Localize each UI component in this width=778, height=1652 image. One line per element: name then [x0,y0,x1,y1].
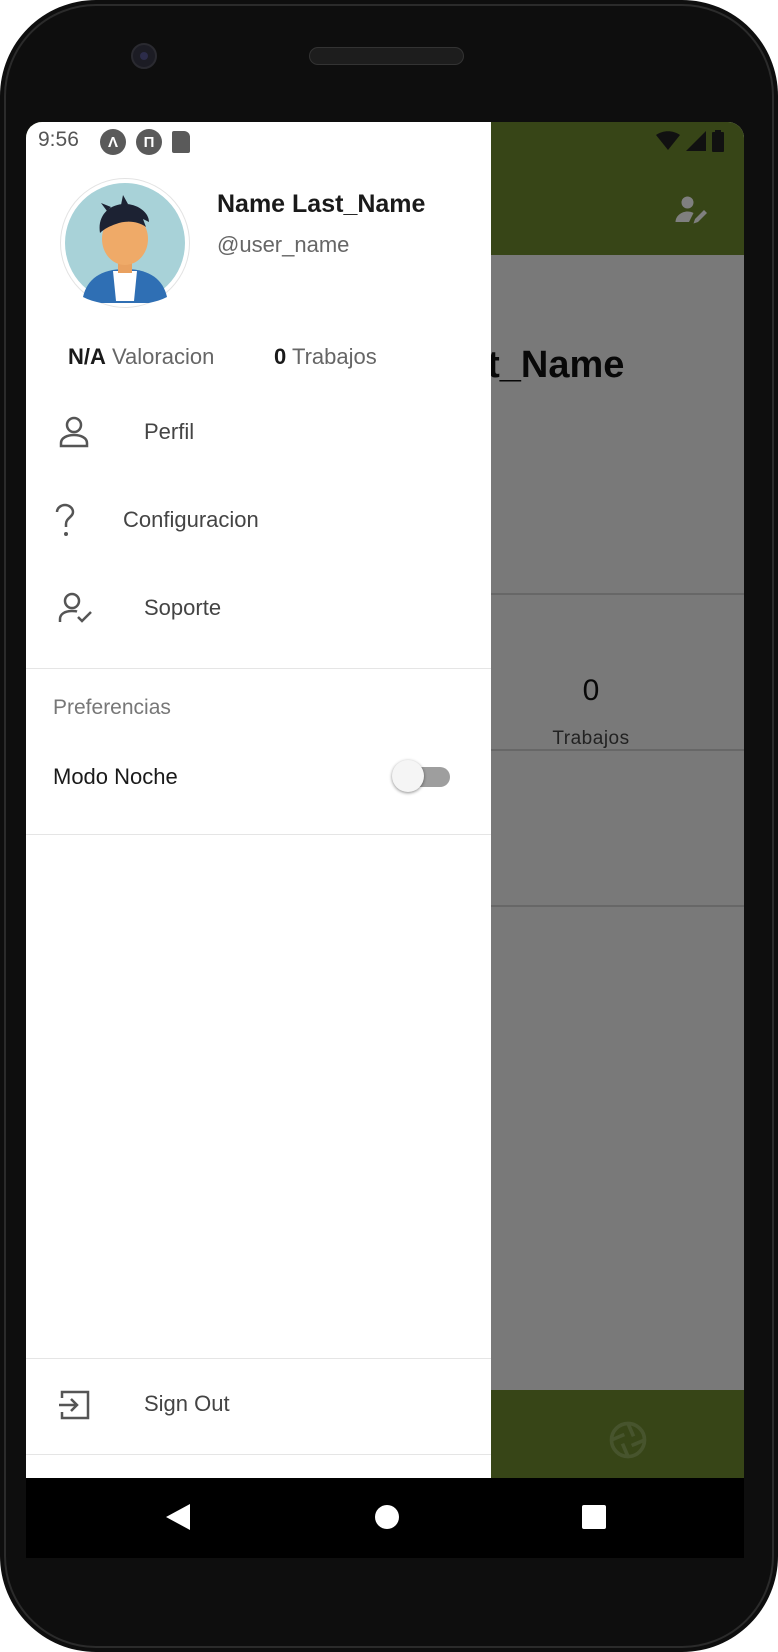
exit-icon [58,1388,92,1427]
profile-handle: @user_name [217,232,350,257]
menu-label-perfil: Perfil [144,419,195,444]
status-bar-right [656,130,724,157]
cell-signal-icon [686,131,706,156]
notification-app-icon: П [136,129,162,155]
user-avatar-illustration [65,183,185,303]
rating-stat: N/A Valoracion [68,344,214,370]
person-icon [58,415,90,454]
menu-item-configuracion[interactable]: Configuracion [26,485,491,557]
menu-item-perfil[interactable]: Perfil [26,397,491,469]
night-mode-label: Modo Noche [53,764,178,789]
preferences-title: Preferencias [53,696,171,719]
recents-icon[interactable] [580,1502,608,1537]
jobs-stat: 0 Trabajos [274,344,377,370]
sign-out-button[interactable] [26,1360,491,1454]
menu-item-soporte[interactable]: Soporte [26,573,491,645]
sd-card-icon [172,131,190,153]
night-mode-toggle[interactable] [392,758,452,794]
help-question-icon [54,503,76,544]
avatar[interactable] [60,178,190,308]
screen: st_Name 0 Trabajos 9:56 Λ П [26,122,744,1558]
rating-value: N/A [68,344,106,369]
wifi-icon [656,131,680,156]
back-icon[interactable] [164,1502,192,1537]
jobs-value: 0 [274,344,287,369]
status-time: 9:56 [38,128,79,151]
status-bar-left-icons: Λ П [100,129,190,155]
profile-name: Name Last_Name [217,190,426,218]
navigation-drawer: 9:56 Λ П Name Last_Name @user_name N/A V… [26,122,491,1478]
earpiece-speaker [309,47,464,65]
system-navigation-bar [26,1478,744,1558]
toggle-thumb [392,760,424,792]
sign-out-label: Sign Out [144,1391,230,1416]
front-camera [131,43,157,69]
battery-icon [712,130,724,157]
person-check-icon [58,591,94,630]
drawer-divider [26,1454,491,1455]
rating-label: Valoracion [112,344,215,369]
drawer-divider [26,834,491,835]
android-auto-icon: Λ [100,129,126,155]
drawer-divider [26,1358,491,1359]
phone-frame: st_Name 0 Trabajos 9:56 Λ П [0,0,778,1652]
home-icon[interactable] [373,1502,401,1537]
drawer-divider [26,668,491,669]
jobs-label: Trabajos [291,344,377,369]
menu-label-configuracion: Configuracion [123,507,259,532]
menu-label-soporte: Soporte [144,595,222,620]
